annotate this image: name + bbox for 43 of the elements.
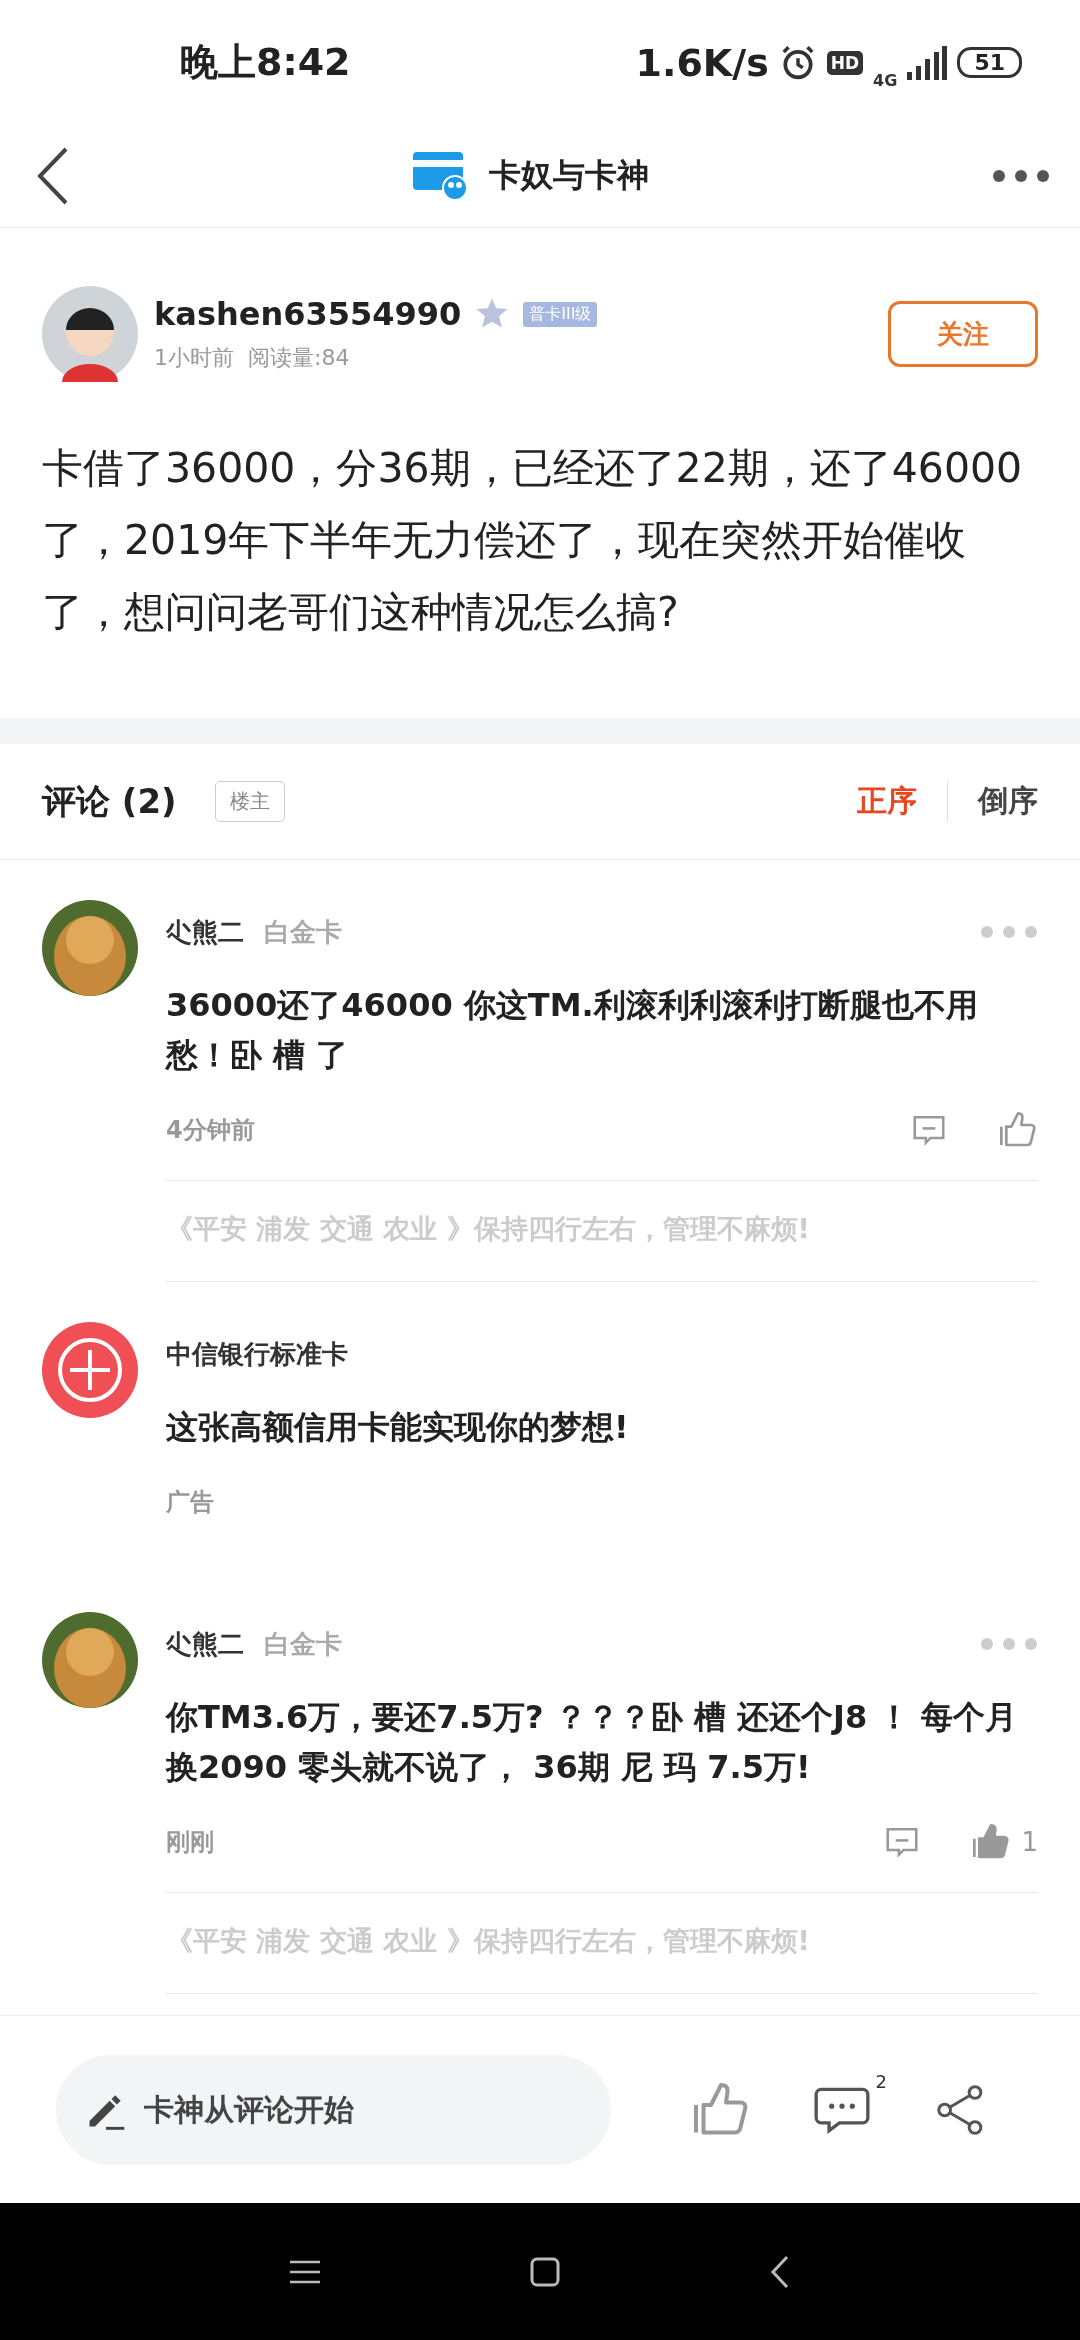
bank-logo-icon <box>42 1322 138 1418</box>
hd-icon: HD <box>826 50 864 75</box>
group-title: 卡奴与卡神 <box>489 155 649 196</box>
commenter-name[interactable]: 尐熊二 <box>166 914 244 950</box>
signal-icon <box>907 45 948 80</box>
member-badge: 普卡III级 <box>523 301 598 327</box>
sort-tab[interactable]: 倒序 <box>947 781 1038 822</box>
network-speed: 1.6K/s <box>635 40 769 85</box>
status-time: 晚上8:42 <box>180 39 351 86</box>
commenter-name[interactable]: 尐熊二 <box>166 1626 244 1662</box>
card-logo-icon <box>413 152 469 200</box>
comment-input-field[interactable]: 卡神从评论开始 <box>56 2054 611 2165</box>
more-icon <box>980 925 1038 939</box>
like-count: 1 <box>1021 1827 1038 1857</box>
comment-text: 你TM3.6万，要还7.5万? ？？？卧 槽 还还个J8 ！ 每个月换2090 零头就不说了， 36期 尼 玛 7.5万! <box>166 1697 1019 1788</box>
sort-tab[interactable]: 正序 <box>827 781 917 822</box>
commenter-name[interactable]: 中信银行标准卡 <box>166 1336 348 1372</box>
menu-button[interactable] <box>290 2259 320 2284</box>
more-button[interactable] <box>992 169 1050 183</box>
avatar-icon <box>42 286 138 382</box>
network-type: 4G <box>873 71 898 90</box>
author-name[interactable]: kashen63554990 <box>154 295 462 333</box>
post-body: 卡借了36000，分36期，已经还了22期，还了46000了，2019年下半年无力偿还了，现在突然开始催收了，想问问老哥们这种情况怎么搞? <box>41 443 1024 638</box>
ad-label: 广告 <box>166 1487 214 1518</box>
avatar-icon <box>42 900 138 996</box>
read-count: 阅读量:84 <box>248 344 350 372</box>
more-icon <box>980 1637 1038 1651</box>
back-button[interactable] <box>770 2254 790 2289</box>
op-filter-tag[interactable]: 楼主 <box>214 781 285 822</box>
home-button[interactable] <box>530 2256 560 2287</box>
post-time: 1小时前 <box>154 344 234 372</box>
comment-text: 36000还了46000 你这TM.利滚利利滚利打断腿也不用愁！卧 槽 了 <box>166 985 979 1076</box>
comments-title: 评论 (2) <box>42 779 177 823</box>
ad-text: 这张高额信用卡能实现你的梦想! <box>166 1407 630 1448</box>
member-level: 白金卡 <box>264 915 342 949</box>
comment-time: 4分钟前 <box>166 1115 255 1146</box>
member-level: 白金卡 <box>264 1627 342 1661</box>
battery-level: 51 <box>957 47 1022 78</box>
comment-count: 2 <box>875 2070 887 2092</box>
back-button[interactable] <box>36 146 70 206</box>
comment-time: 刚刚 <box>166 1827 214 1858</box>
more-icon <box>992 169 1050 183</box>
avatar-icon <box>42 1612 138 1708</box>
